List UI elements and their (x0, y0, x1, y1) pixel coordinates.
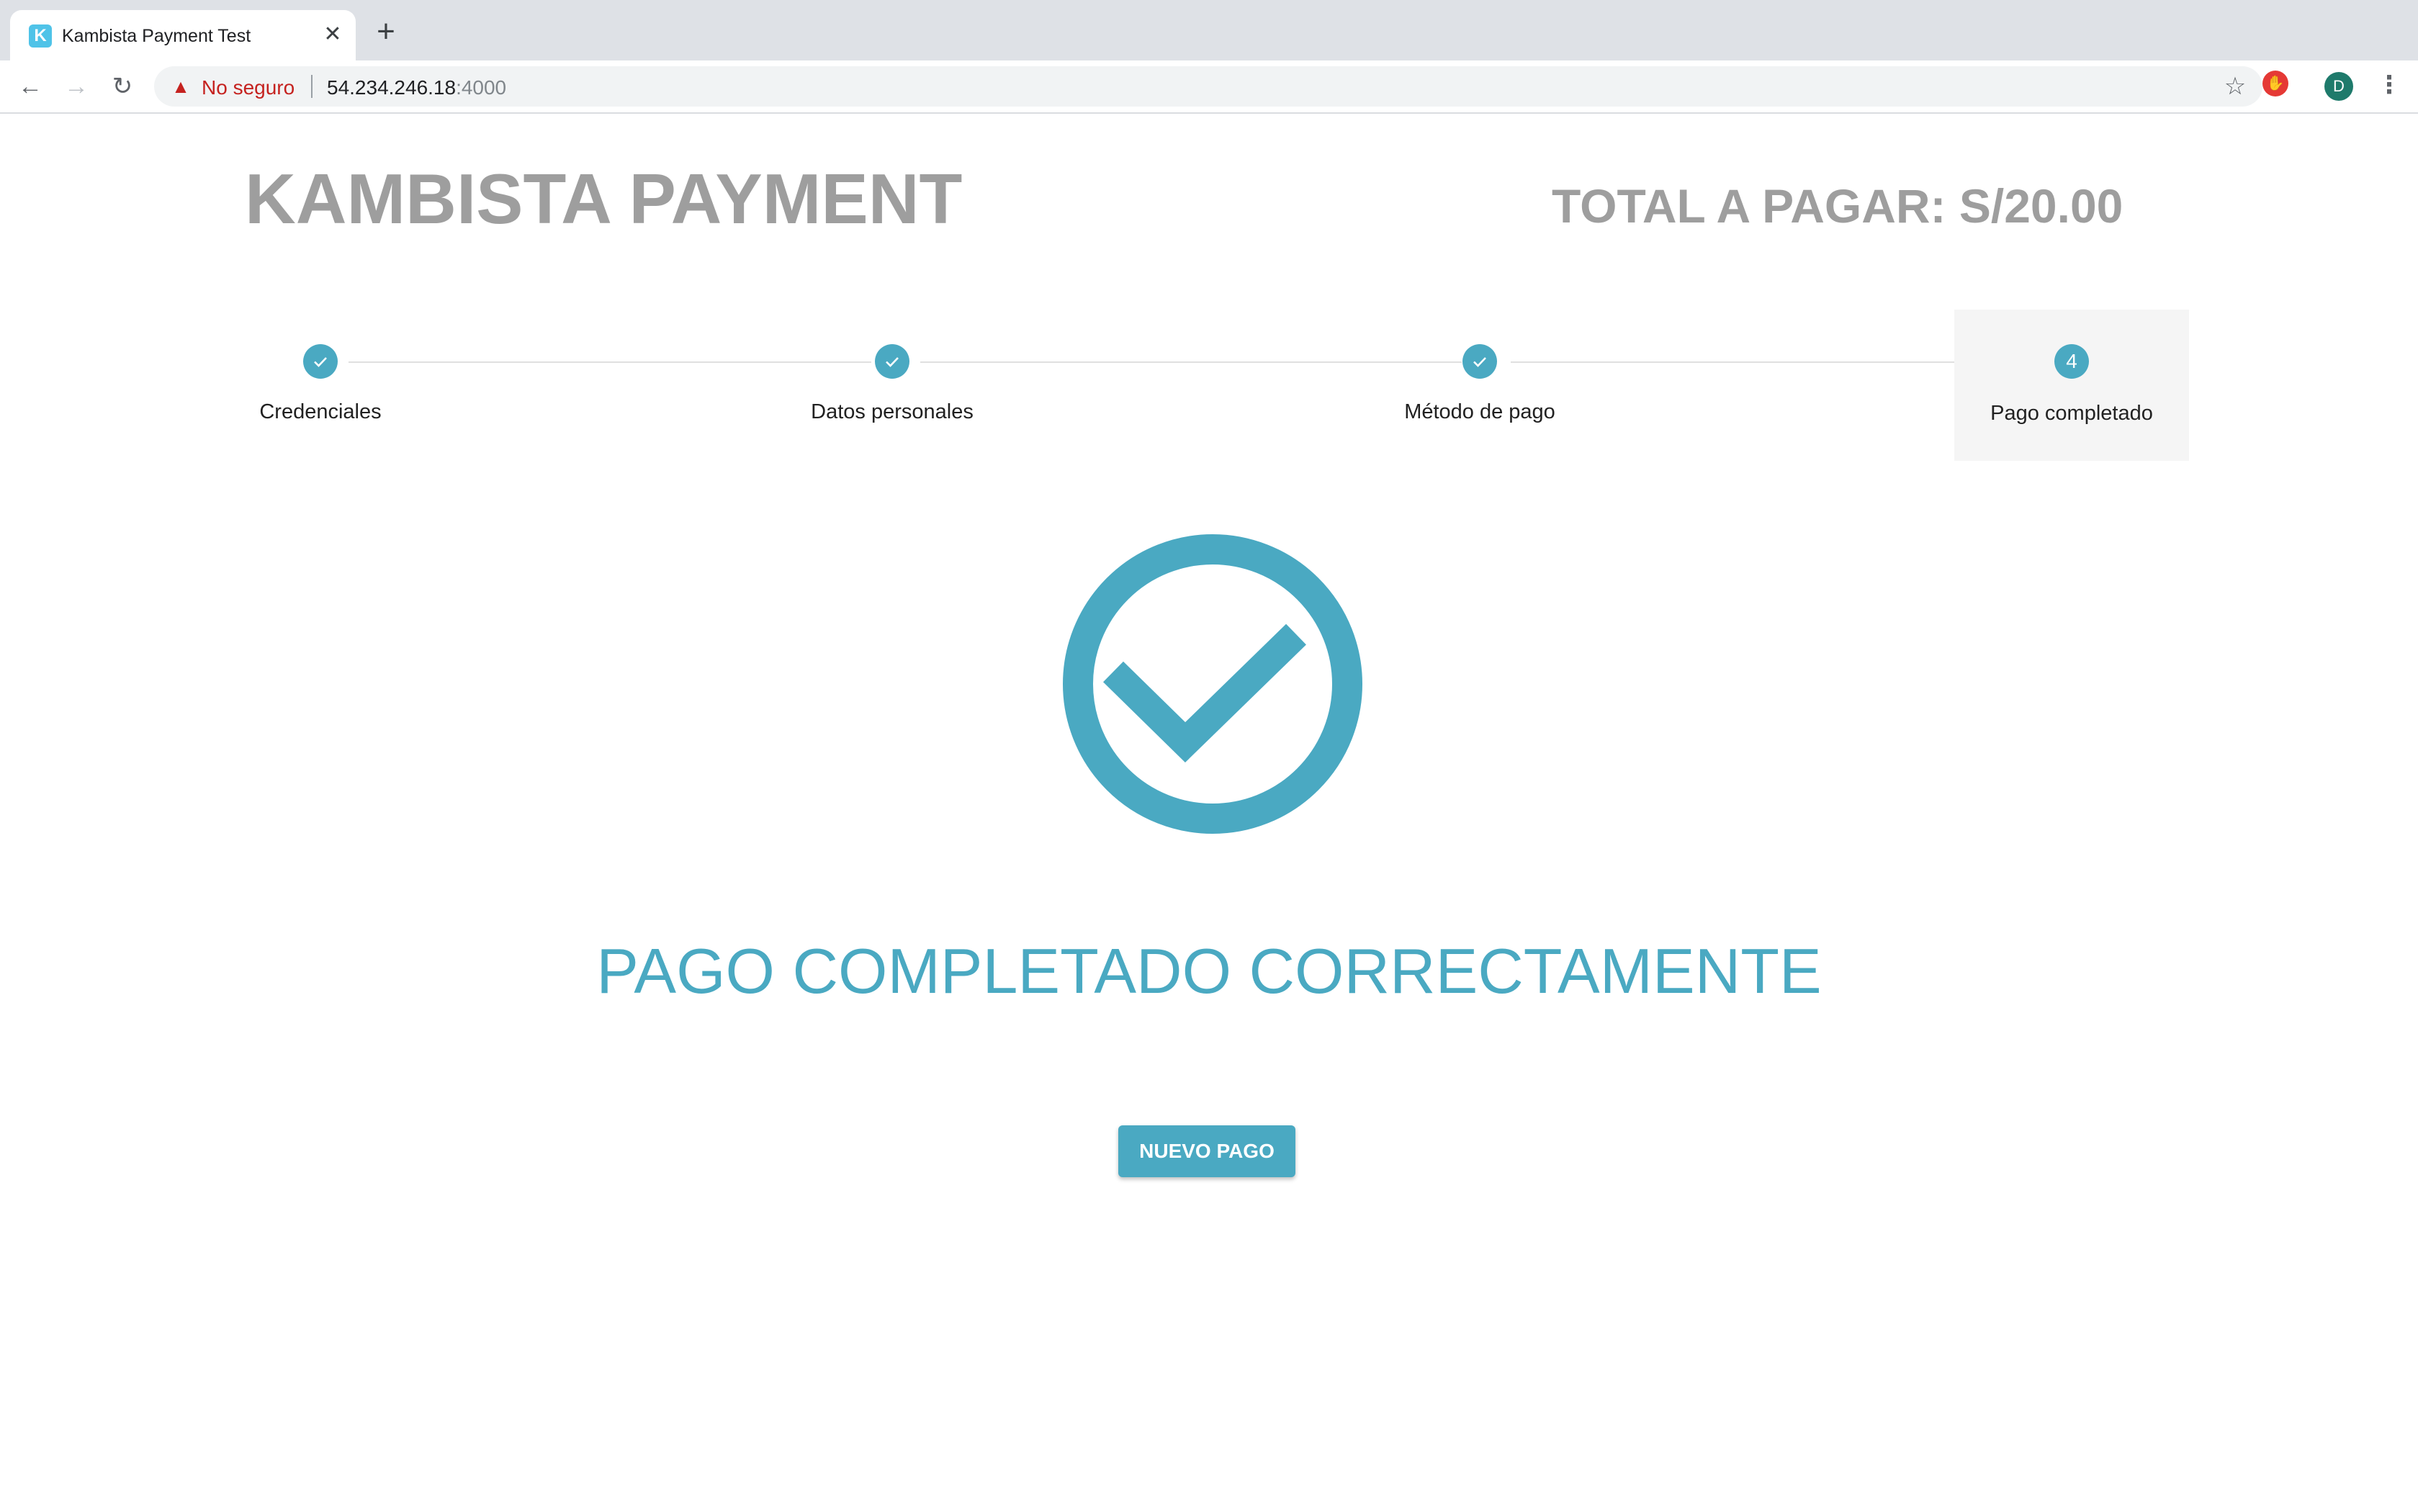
url-port: :4000 (456, 76, 507, 99)
step-metodo-de-pago: Método de pago (1362, 310, 1597, 461)
step-done-check-icon (875, 344, 909, 379)
security-status[interactable]: No seguro (202, 76, 295, 99)
step-label: Método de pago (1404, 400, 1555, 423)
step-label: Datos personales (811, 400, 974, 423)
browser-toolbar: ← → ↻ ▲ No seguro 54.234.246.18:4000 ☆ (0, 60, 2418, 114)
forward-arrow-icon[interactable]: → (59, 69, 94, 104)
url-host: 54.234.246.18 (327, 76, 457, 99)
step-pago-completado: 4 Pago completado (1954, 310, 2189, 461)
browser-menu-icon[interactable]: ⋮ (2376, 71, 2402, 99)
address-separator (311, 75, 313, 98)
warning-icon[interactable]: ▲ (170, 76, 192, 97)
step-label: Pago completado (1990, 402, 2153, 425)
step-label: Credenciales (259, 400, 382, 423)
total-amount: TOTAL A PAGAR: S/20.00 (1552, 179, 2123, 233)
new-payment-button[interactable]: NUEVO PAGO (1118, 1125, 1295, 1177)
kambista-favicon-icon: K (29, 24, 52, 48)
tab-title: Kambista Payment Test (62, 26, 251, 46)
brand-title: KAMBISTA PAYMENT (245, 159, 963, 238)
step-credenciales: Credenciales (203, 310, 438, 461)
close-icon[interactable]: ✕ (318, 20, 347, 49)
success-check-circle-icon (1063, 534, 1362, 834)
bookmark-star-icon[interactable]: ☆ (2222, 73, 2248, 99)
new-tab-button[interactable]: + (369, 16, 403, 50)
step-datos-personales: Datos personales (775, 310, 1010, 461)
step-done-check-icon (303, 344, 338, 379)
reload-icon[interactable]: ↻ (105, 69, 140, 104)
address-bar[interactable]: ▲ No seguro 54.234.246.18:4000 ☆ (154, 66, 2262, 107)
browser-tab-strip: K Kambista Payment Test ✕ + (0, 0, 2418, 60)
extension-icon[interactable]: ✋ (2262, 71, 2288, 96)
browser-tab[interactable]: K Kambista Payment Test ✕ (10, 10, 356, 60)
profile-avatar[interactable]: D (2324, 72, 2353, 101)
step-number: 4 (2054, 344, 2089, 379)
url-text[interactable]: 54.234.246.18:4000 (327, 76, 506, 99)
step-done-check-icon (1462, 344, 1497, 379)
back-arrow-icon[interactable]: ← (13, 69, 48, 104)
success-message: PAGO COMPLETADO CORRECTAMENTE (596, 935, 1822, 1007)
